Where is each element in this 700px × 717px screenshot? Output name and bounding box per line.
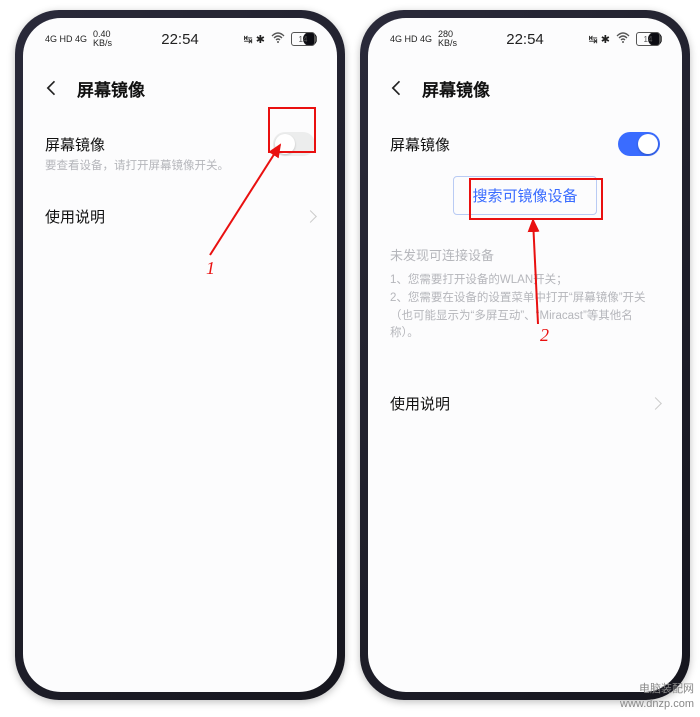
network-indicator: 4G HD 4G [45,35,87,44]
mirror-label: 屏幕镜像 [390,134,450,155]
bt-icon: ↹ ✱ [244,33,266,46]
instructions-row[interactable]: 使用说明 [390,371,660,436]
back-button[interactable] [41,77,63,99]
mirror-toggle-off[interactable] [273,132,315,156]
tip-1: 1、您需要打开设备的WLAN开关； [390,272,660,290]
mirror-toggle-row: 屏幕镜像 [45,118,315,158]
battery-indicator: 14 [636,32,660,46]
wifi-icon [271,32,285,47]
net-speed: 0.40 KB/s [93,30,112,48]
net-speed: 280 KB/s [438,30,457,48]
mirror-subtext: 要查看设备，请打开屏幕镜像开关。 [45,158,315,174]
wifi-icon [616,32,630,47]
mirror-label: 屏幕镜像 [45,134,105,155]
battery-indicator: 14 [291,32,315,46]
mirror-toggle-row: 屏幕镜像 [390,118,660,158]
search-devices-button[interactable]: 搜索可镜像设备 [453,176,596,215]
instructions-label: 使用说明 [390,393,450,414]
instructions-row[interactable]: 使用说明 [45,184,315,249]
page-header: 屏幕镜像 [23,68,337,108]
page-title: 屏幕镜像 [77,76,145,101]
status-bar: 4G HD 4G 280 KB/s 22:54 ↹ ✱ 14 [368,18,682,60]
mirror-toggle-on[interactable] [618,132,660,156]
chevron-right-icon [649,397,662,410]
back-button[interactable] [386,77,408,99]
status-bar: 4G HD 4G 0.40 KB/s 22:54 ↹ ✱ 14 [23,18,337,60]
annot-step-1: 1 [206,258,215,279]
watermark: 电脑装配网 www.dnzp.com [620,682,694,711]
annot-step-2: 2 [540,325,549,346]
no-device-text: 未发现可连接设备 [390,245,660,264]
instructions-label: 使用说明 [45,206,105,227]
page-header: 屏幕镜像 [368,68,682,108]
page-title: 屏幕镜像 [422,76,490,101]
screen-left: 4G HD 4G 0.40 KB/s 22:54 ↹ ✱ 14 屏幕镜像 [23,18,337,692]
clock: 22:54 [161,31,199,48]
tips-block: 1、您需要打开设备的WLAN开关； 2、您需要在设备的设置菜单中打开“屏幕镜像”… [390,272,660,343]
bt-icon: ↹ ✱ [589,33,611,46]
chevron-right-icon [304,210,317,223]
clock: 22:54 [506,31,544,48]
phone-right: 4G HD 4G 280 KB/s 22:54 ↹ ✱ 14 屏幕镜像 [360,10,690,700]
tip-2: 2、您需要在设备的设置菜单中打开“屏幕镜像”开关（也可能显示为“多屏互动”、“M… [390,290,660,343]
network-indicator: 4G HD 4G [390,35,432,44]
screen-right: 4G HD 4G 280 KB/s 22:54 ↹ ✱ 14 屏幕镜像 [368,18,682,692]
phone-left: 4G HD 4G 0.40 KB/s 22:54 ↹ ✱ 14 屏幕镜像 [15,10,345,700]
